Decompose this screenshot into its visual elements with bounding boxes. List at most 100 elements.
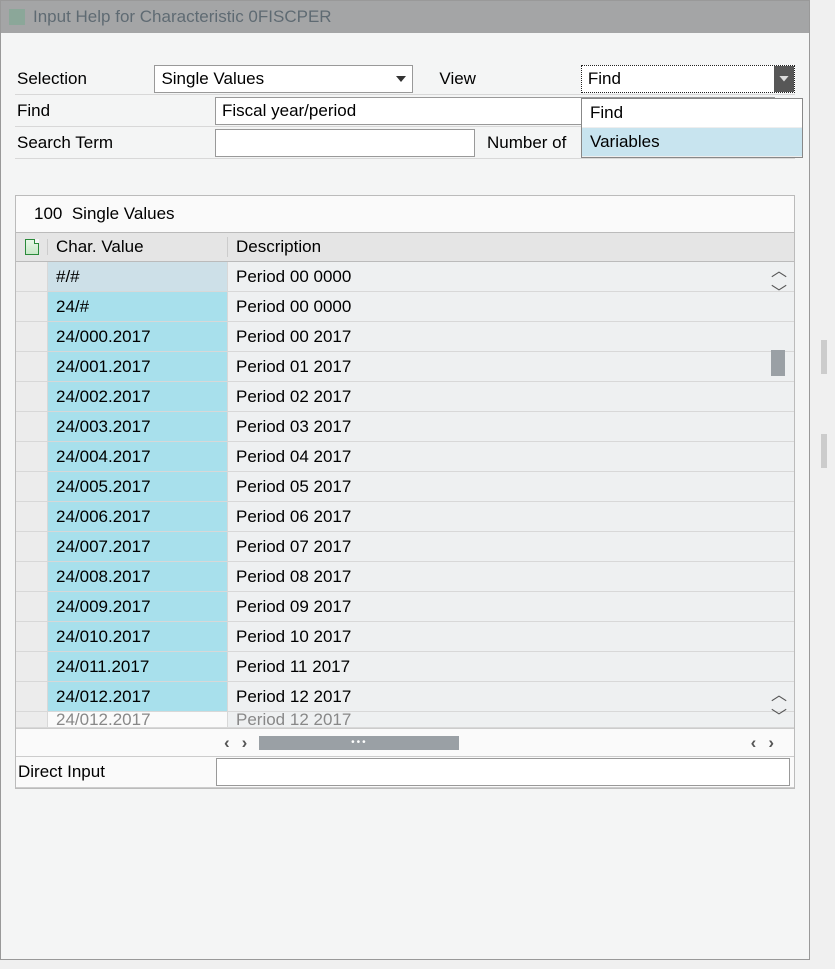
table-row[interactable]: 24/003.2017Period 03 2017: [16, 412, 794, 442]
column-header-description[interactable]: Description: [228, 237, 794, 257]
scroll-handle[interactable]: [771, 350, 785, 376]
horizontal-scroll-row: ‹ › ••• ‹ ›: [16, 728, 794, 756]
table-row[interactable]: 24/012.2017Period 12 2017: [16, 712, 794, 728]
row-selector[interactable]: [16, 472, 48, 501]
row-selector[interactable]: [16, 442, 48, 471]
selection-select[interactable]: Single Values: [154, 65, 413, 93]
cell-charval: 24/004.2017: [48, 442, 228, 471]
cell-charval: 24/007.2017: [48, 532, 228, 561]
cell-charval: 24/001.2017: [48, 352, 228, 381]
select-all-icon[interactable]: [16, 239, 48, 255]
cell-charval: 24/000.2017: [48, 322, 228, 351]
table-row[interactable]: 24/012.2017Period 12 2017: [16, 682, 794, 712]
scroll-up-icon[interactable]: ︿: [771, 264, 787, 280]
cell-description: Period 10 2017: [228, 622, 794, 651]
search-term-label: Search Term: [15, 133, 215, 153]
row-selector[interactable]: [16, 502, 48, 531]
scroll-left-icon[interactable]: ‹: [751, 733, 757, 753]
view-select[interactable]: Find: [581, 65, 795, 93]
row-selector[interactable]: [16, 622, 48, 651]
cell-description: Period 12 2017: [228, 712, 794, 727]
scroll-right-icon[interactable]: ›: [768, 733, 774, 753]
cell-charval: 24/005.2017: [48, 472, 228, 501]
cell-description: Period 00 0000: [228, 292, 794, 321]
scroll-left-icon[interactable]: ‹: [224, 733, 230, 753]
cell-description: Period 00 0000: [228, 262, 794, 291]
cell-charval: #/#: [48, 262, 228, 291]
direct-input-label: Direct Input: [16, 762, 216, 782]
cell-charval: 24/002.2017: [48, 382, 228, 411]
rail-box: [821, 434, 827, 468]
row-selector[interactable]: [16, 412, 48, 441]
view-label: View: [431, 69, 580, 89]
dialog-titlebar: Input Help for Characteristic 0FISCPER: [1, 1, 809, 33]
cell-description: Period 01 2017: [228, 352, 794, 381]
cell-description: Period 04 2017: [228, 442, 794, 471]
input-help-dialog: Input Help for Characteristic 0FISCPER S…: [0, 0, 810, 960]
table-row[interactable]: 24/009.2017Period 09 2017: [16, 592, 794, 622]
find-label: Find: [15, 101, 215, 121]
search-term-input[interactable]: [215, 129, 475, 157]
cell-description: Period 08 2017: [228, 562, 794, 591]
dropdown-option[interactable]: Find: [582, 99, 802, 128]
selection-value: Single Values: [161, 69, 264, 89]
table-row[interactable]: 24/005.2017Period 05 2017: [16, 472, 794, 502]
app-icon: [9, 9, 25, 25]
table-row[interactable]: 24/008.2017Period 08 2017: [16, 562, 794, 592]
cell-description: Period 05 2017: [228, 472, 794, 501]
dialog-title: Input Help for Characteristic 0FISCPER: [33, 7, 332, 27]
cell-charval: 24/011.2017: [48, 652, 228, 681]
direct-input-field[interactable]: [216, 758, 790, 786]
table-row[interactable]: 24/002.2017Period 02 2017: [16, 382, 794, 412]
table-row[interactable]: 24/#Period 00 0000: [16, 292, 794, 322]
cell-description: Period 11 2017: [228, 652, 794, 681]
scroll-down-icon[interactable]: ﹀: [771, 710, 787, 726]
row-selector[interactable]: [16, 292, 48, 321]
row-selector[interactable]: [16, 562, 48, 591]
table-row[interactable]: #/#Period 00 0000: [16, 262, 794, 292]
view-dropdown-list: FindVariables: [581, 98, 803, 158]
view-value: Find: [588, 69, 621, 89]
cell-charval: 24/012.2017: [48, 712, 228, 727]
cell-charval: 24/009.2017: [48, 592, 228, 621]
column-header-charval[interactable]: Char. Value: [48, 237, 228, 257]
hscroll-handle[interactable]: •••: [259, 736, 459, 750]
table-row[interactable]: 24/001.2017Period 01 2017: [16, 352, 794, 382]
table-row[interactable]: 24/010.2017Period 10 2017: [16, 622, 794, 652]
chevron-down-icon: [396, 76, 406, 82]
row-selector[interactable]: [16, 532, 48, 561]
cell-description: Period 03 2017: [228, 412, 794, 441]
vertical-scroll: ︿ ﹀ ︿ ﹀: [768, 262, 790, 728]
right-rail: [813, 340, 835, 468]
row-selector[interactable]: [16, 382, 48, 411]
cell-description: Period 02 2017: [228, 382, 794, 411]
scroll-down-icon[interactable]: ﹀: [771, 286, 787, 302]
find-value: Fiscal year/period: [222, 101, 356, 121]
row-selector[interactable]: [16, 322, 48, 351]
results-title: 100 Single Values: [16, 196, 794, 232]
scroll-up-icon[interactable]: ︿: [771, 688, 787, 704]
row-selector[interactable]: [16, 712, 48, 727]
cell-charval: 24/010.2017: [48, 622, 228, 651]
dropdown-option[interactable]: Variables: [582, 128, 802, 157]
cell-charval: 24/008.2017: [48, 562, 228, 591]
cell-charval: 24/012.2017: [48, 682, 228, 711]
table-row[interactable]: 24/000.2017Period 00 2017: [16, 322, 794, 352]
row-selector[interactable]: [16, 262, 48, 291]
cell-description: Period 06 2017: [228, 502, 794, 531]
row-selector[interactable]: [16, 652, 48, 681]
results-panel: 100 Single Values Char. Value Descriptio…: [15, 195, 795, 789]
table-row[interactable]: 24/004.2017Period 04 2017: [16, 442, 794, 472]
row-selector[interactable]: [16, 352, 48, 381]
number-of-hits-label: Number of: [475, 133, 574, 153]
scroll-right-icon[interactable]: ›: [242, 733, 248, 753]
table-row[interactable]: 24/007.2017Period 07 2017: [16, 532, 794, 562]
cell-description: Period 09 2017: [228, 592, 794, 621]
table-row[interactable]: 24/011.2017Period 11 2017: [16, 652, 794, 682]
cell-charval: 24/006.2017: [48, 502, 228, 531]
row-selector[interactable]: [16, 592, 48, 621]
cell-charval: 24/#: [48, 292, 228, 321]
table-body: ︿ ﹀ ︿ ﹀ #/#Period 00 000024/#Period 00 0…: [16, 262, 794, 728]
table-row[interactable]: 24/006.2017Period 06 2017: [16, 502, 794, 532]
row-selector[interactable]: [16, 682, 48, 711]
